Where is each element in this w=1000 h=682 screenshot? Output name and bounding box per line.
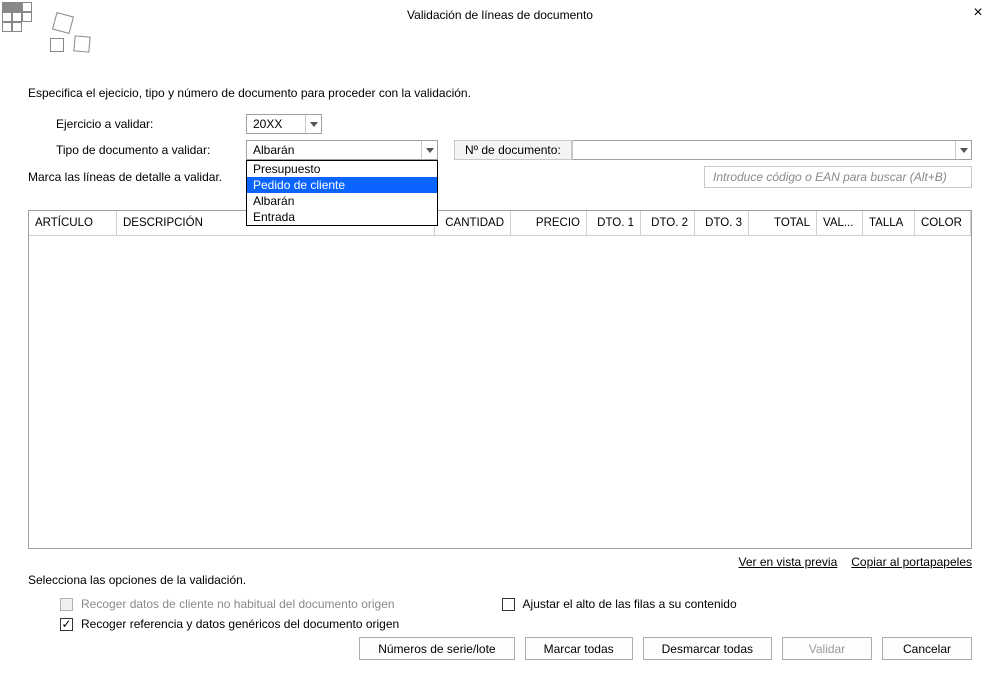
tipodoc-select[interactable]: Albarán: [246, 140, 438, 160]
dropdown-option[interactable]: Pedido de cliente: [247, 177, 437, 193]
checkbox-recoger-referencia[interactable]: ✓ Recoger referencia y datos genéricos d…: [60, 617, 502, 631]
checkbox-icon: [502, 598, 515, 611]
column-header[interactable]: VAL...: [817, 211, 863, 236]
checkbox-icon: ✓: [60, 618, 73, 631]
numdoc-select[interactable]: [572, 140, 972, 160]
column-header[interactable]: TOTAL: [749, 211, 817, 236]
preview-link[interactable]: Ver en vista previa: [739, 555, 838, 569]
dropdown-option[interactable]: Presupuesto: [247, 161, 437, 177]
column-header[interactable]: DTO. 3: [695, 211, 749, 236]
tipodoc-label: Tipo de documento a validar:: [56, 143, 246, 157]
numdoc-label: Nº de documento:: [454, 140, 572, 160]
checkbox-ajustar-alto[interactable]: Ajustar el alto de las filas a su conten…: [502, 597, 972, 611]
chevron-down-icon: [305, 115, 321, 133]
column-header[interactable]: TALLA: [863, 211, 915, 236]
checkbox-recoger-cliente: Recoger datos de cliente no habitual del…: [60, 597, 502, 611]
marcar-todas-button[interactable]: Marcar todas: [525, 637, 633, 660]
tipodoc-dropdown[interactable]: PresupuestoPedido de clienteAlbaránEntra…: [246, 160, 438, 226]
chevron-down-icon: [421, 141, 437, 159]
column-header[interactable]: CANTIDAD: [435, 211, 511, 236]
column-header[interactable]: PRECIO: [511, 211, 587, 236]
column-header[interactable]: DTO. 2: [641, 211, 695, 236]
search-input[interactable]: Introduce código o EAN para buscar (Alt+…: [704, 166, 972, 188]
desmarcar-todas-button[interactable]: Desmarcar todas: [643, 637, 772, 660]
dropdown-option[interactable]: Entrada: [247, 209, 437, 225]
ejercicio-label: Ejercicio a validar:: [56, 117, 246, 131]
button-bar: Números de serie/lote Marcar todas Desma…: [359, 637, 972, 660]
options-checkboxes: Recoger datos de cliente no habitual del…: [28, 597, 972, 637]
validar-button[interactable]: Validar: [782, 637, 872, 660]
column-header[interactable]: ARTÍCULO: [29, 211, 117, 236]
lines-table: ARTÍCULODESCRIPCIÓNCANTIDADPRECIODTO. 1D…: [28, 210, 972, 549]
column-header[interactable]: COLOR: [915, 211, 971, 236]
dialog-window: Validación de líneas de documento × Espe…: [0, 0, 1000, 682]
checkbox-label: Recoger referencia y datos genéricos del…: [81, 617, 399, 631]
instruction-main: Especifica el ejecicio, tipo y número de…: [28, 86, 972, 100]
ejercicio-select[interactable]: 20XX: [246, 114, 322, 134]
dropdown-option[interactable]: Albarán: [247, 193, 437, 209]
ejercicio-value: 20XX: [247, 117, 305, 131]
instruction-options: Selecciona las opciones de la validación…: [28, 573, 972, 587]
chevron-down-icon: [955, 141, 971, 159]
table-header: ARTÍCULODESCRIPCIÓNCANTIDADPRECIODTO. 1D…: [29, 211, 971, 236]
tipodoc-value: Albarán: [247, 143, 421, 157]
column-header[interactable]: DTO. 1: [587, 211, 641, 236]
checkbox-label: Ajustar el alto de las filas a su conten…: [523, 597, 737, 611]
table-body: [29, 236, 971, 548]
table-links: Ver en vista previa Copiar al portapapel…: [28, 555, 972, 569]
checkbox-icon: [60, 598, 73, 611]
titlebar: Validación de líneas de documento ×: [0, 0, 1000, 56]
close-icon[interactable]: ×: [964, 2, 992, 24]
numeros-serie-button[interactable]: Números de serie/lote: [359, 637, 514, 660]
content-area: Especifica el ejecicio, tipo y número de…: [28, 86, 972, 660]
cancelar-button[interactable]: Cancelar: [882, 637, 972, 660]
copy-link[interactable]: Copiar al portapapeles: [851, 555, 972, 569]
window-title: Validación de líneas de documento: [0, 8, 1000, 22]
checkbox-label: Recoger datos de cliente no habitual del…: [81, 597, 395, 611]
instruction-mark: Marca las líneas de detalle a validar.: [28, 170, 222, 184]
